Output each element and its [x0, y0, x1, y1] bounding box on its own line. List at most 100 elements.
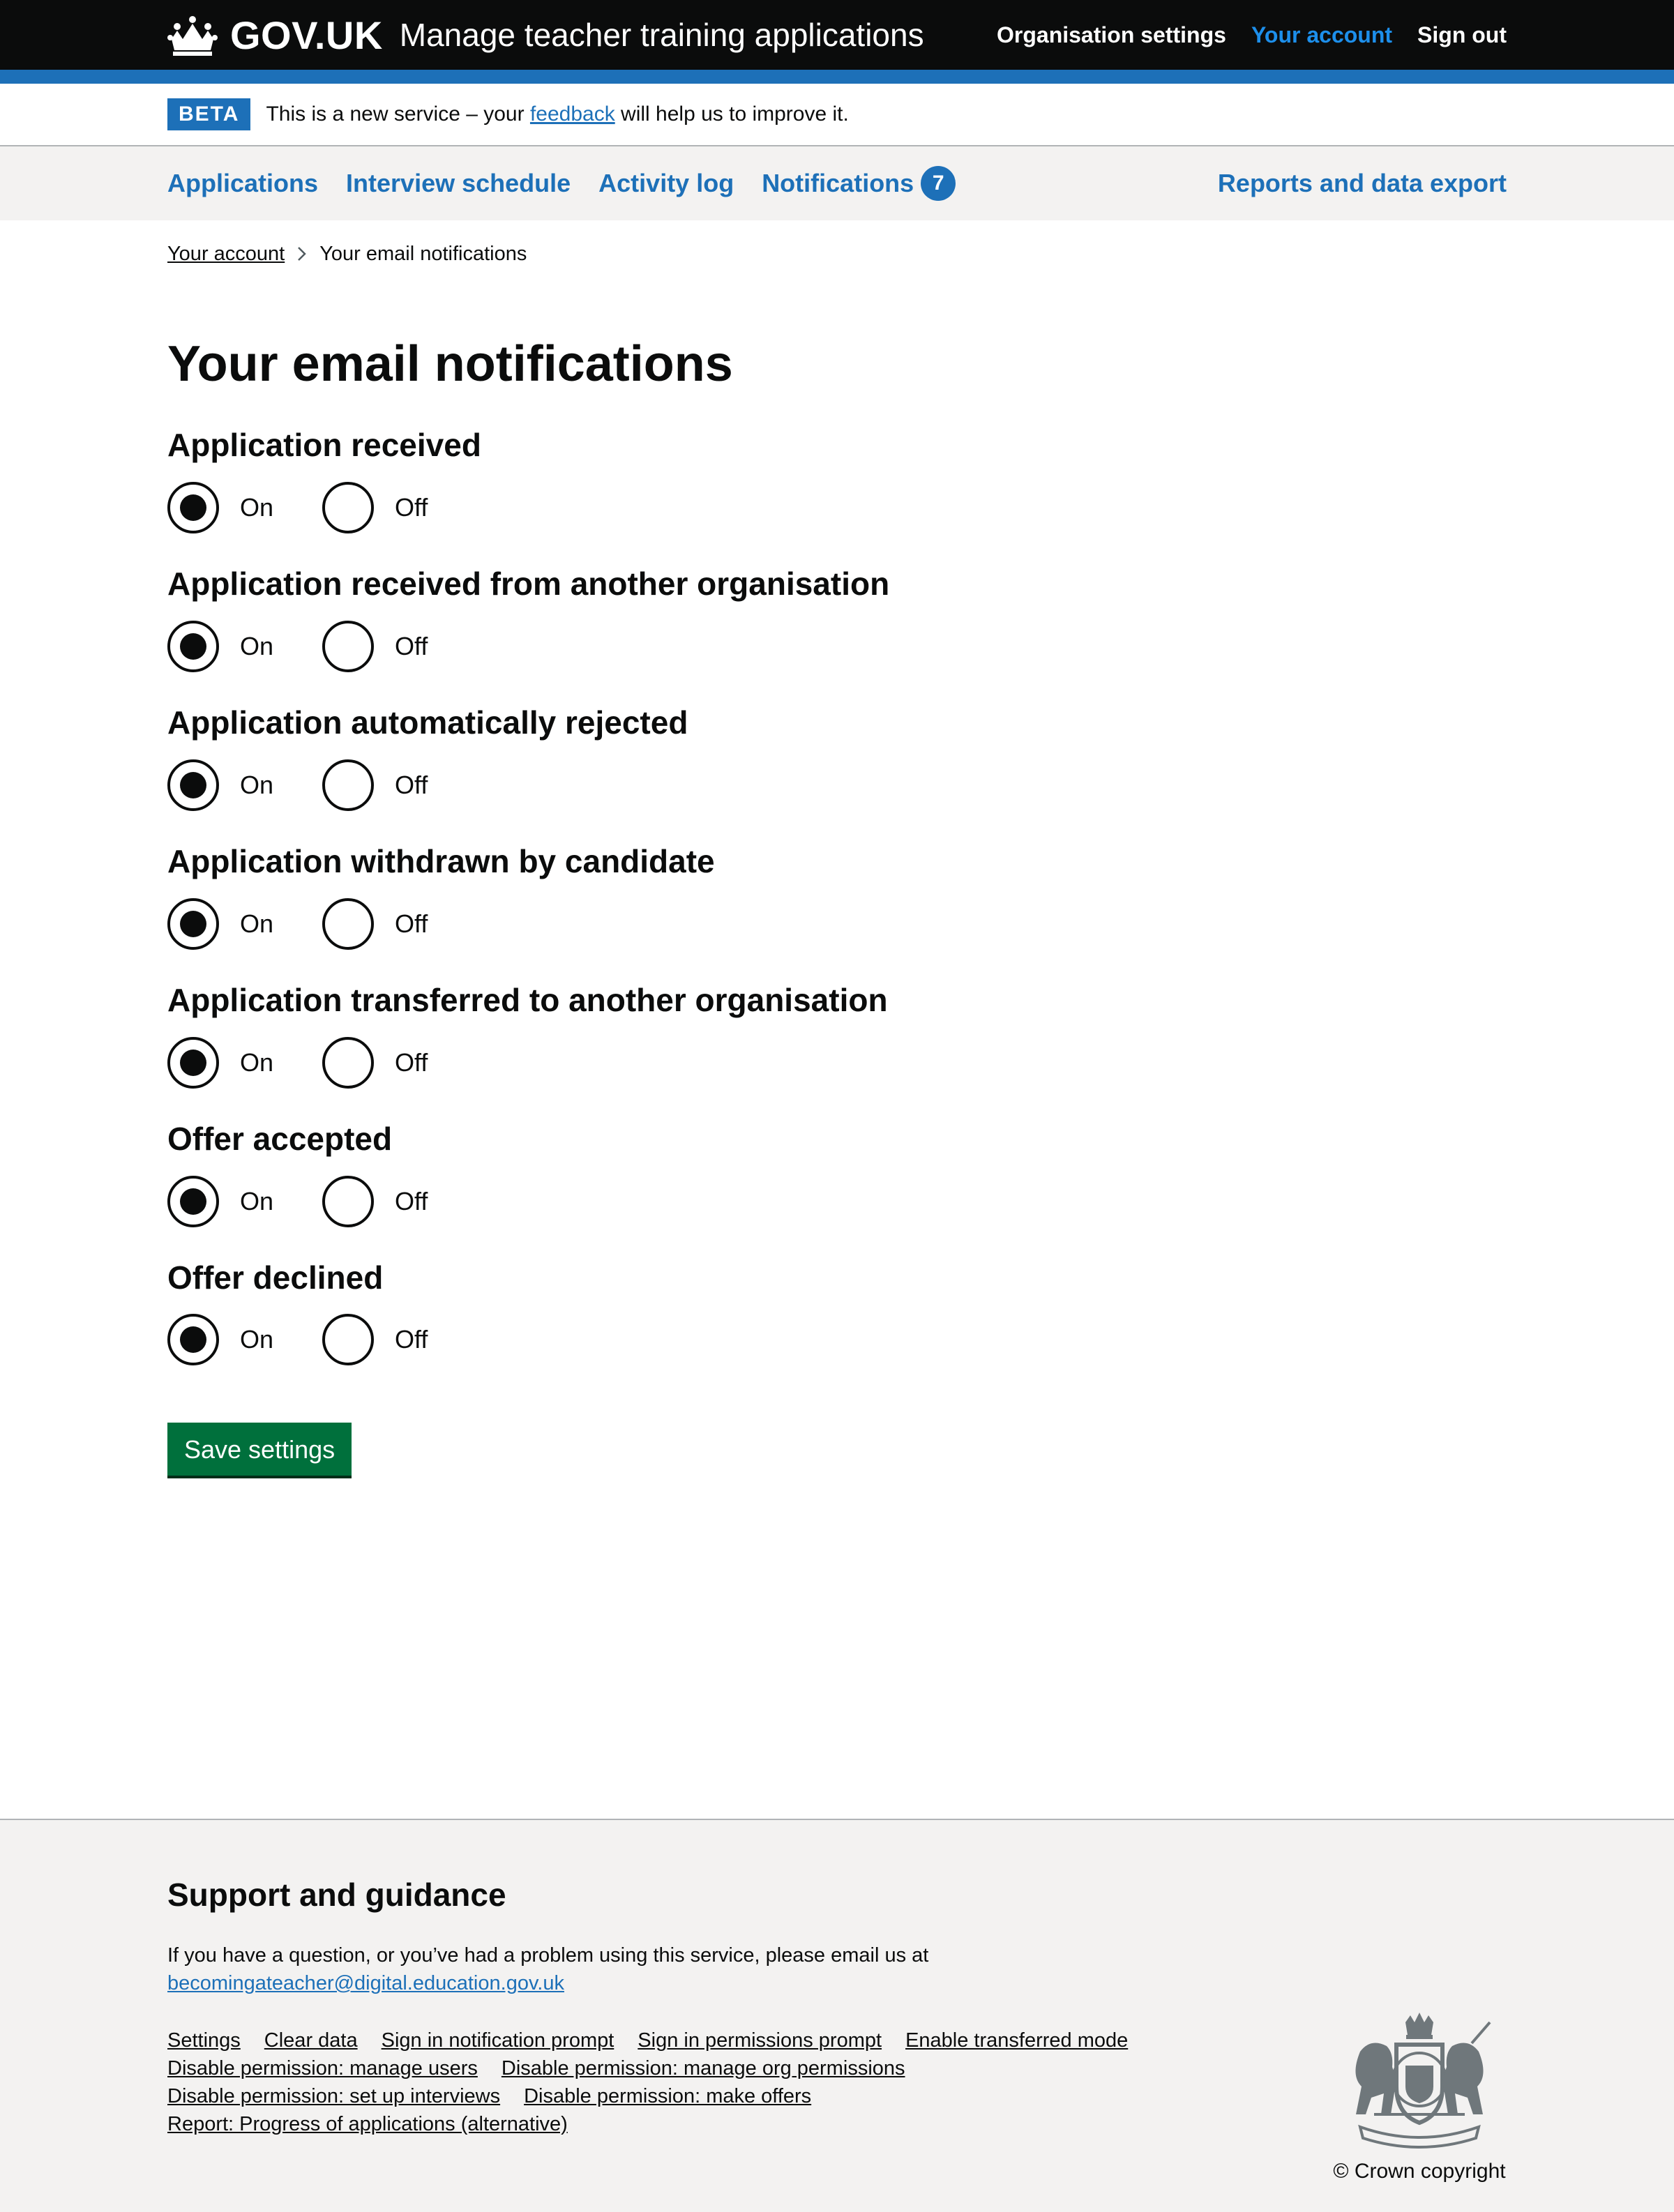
- footer-link-disable-make-offers[interactable]: Disable permission: make offers: [524, 2082, 811, 2110]
- radio-on[interactable]: On: [167, 1036, 273, 1089]
- notifications-count-badge: 7: [921, 166, 956, 201]
- radio-on[interactable]: On: [167, 482, 273, 534]
- radio-button-on[interactable]: [167, 482, 219, 534]
- radio-group: On Off: [167, 1314, 1507, 1366]
- breadcrumb-your-account[interactable]: Your account: [167, 243, 285, 266]
- notification-group: Application received from another organi…: [167, 566, 1507, 672]
- radio-on[interactable]: On: [167, 620, 273, 672]
- radio-group: On Off: [167, 1175, 1507, 1227]
- radio-off[interactable]: Off: [322, 620, 428, 672]
- nav-reports-and-data-export[interactable]: Reports and data export: [1218, 169, 1507, 198]
- radio-on[interactable]: On: [167, 897, 273, 950]
- radio-selected-dot: [180, 1326, 206, 1354]
- radio-button-off[interactable]: [322, 482, 375, 534]
- beta-banner-text: This is a new service – your feedback wi…: [266, 103, 848, 126]
- radio-off[interactable]: Off: [322, 759, 428, 811]
- notification-group-title: Offer accepted: [167, 1120, 393, 1157]
- organisation-settings-link[interactable]: Organisation settings: [997, 22, 1226, 48]
- footer-link-sign-in-permissions-prompt[interactable]: Sign in permissions prompt: [638, 2027, 882, 2054]
- nav-activity-log[interactable]: Activity log: [598, 169, 734, 198]
- footer-link-enable-transferred-mode[interactable]: Enable transferred mode: [905, 2027, 1128, 2054]
- radio-label-on[interactable]: On: [240, 909, 273, 939]
- radio-label-on[interactable]: On: [240, 771, 273, 800]
- footer-link-disable-manage-org-permissions[interactable]: Disable permission: manage org permissio…: [502, 2054, 905, 2082]
- page-title: Your email notifications: [167, 336, 733, 392]
- sign-out-link[interactable]: Sign out: [1417, 22, 1507, 48]
- radio-button-off[interactable]: [322, 759, 375, 811]
- nav-interview-schedule[interactable]: Interview schedule: [346, 169, 571, 198]
- radio-off[interactable]: Off: [322, 1175, 428, 1227]
- notification-group-title: Application automatically rejected: [167, 704, 688, 741]
- radio-button-off[interactable]: [322, 620, 375, 672]
- nav-applications[interactable]: Applications: [167, 169, 318, 198]
- service-name[interactable]: Manage teacher training applications: [400, 16, 924, 54]
- radio-selected-dot: [180, 1049, 206, 1076]
- radio-off[interactable]: Off: [322, 897, 428, 950]
- radio-label-off[interactable]: Off: [395, 771, 428, 800]
- radio-button-on[interactable]: [167, 1175, 219, 1227]
- save-settings-button[interactable]: Save settings: [167, 1423, 352, 1476]
- feedback-link[interactable]: feedback: [530, 103, 615, 126]
- footer-links: Settings Clear data Sign in notification p…: [167, 2027, 1256, 2138]
- main-content: Your account Your email notifications Yo…: [167, 220, 1507, 1476]
- radio-button-on[interactable]: [167, 759, 219, 811]
- radio-button-off[interactable]: [322, 897, 375, 950]
- radio-button-on[interactable]: [167, 620, 219, 672]
- radio-button-on[interactable]: [167, 1036, 219, 1089]
- notification-group: Offer accepted On Off: [167, 1121, 1507, 1227]
- radio-group: On Off: [167, 759, 1507, 811]
- header-navigation: Organisation settings Your account Sign …: [997, 22, 1507, 48]
- radio-button-off[interactable]: [322, 1036, 375, 1089]
- nav-notifications[interactable]: Notifications 7: [762, 166, 956, 201]
- radio-on[interactable]: On: [167, 759, 273, 811]
- radio-label-on[interactable]: On: [240, 1325, 273, 1354]
- footer-link-report-progress[interactable]: Report: Progress of applications (altern…: [167, 2110, 568, 2138]
- support-email-link[interactable]: becomingateacher@digital.education.gov.u…: [167, 1972, 564, 1994]
- nav-notifications-label: Notifications: [762, 169, 914, 197]
- beta-text-before: This is a new service – your: [266, 103, 530, 126]
- radio-button-on[interactable]: [167, 897, 219, 950]
- radio-button-on[interactable]: [167, 1314, 219, 1366]
- radio-label-off[interactable]: Off: [395, 1048, 428, 1077]
- radio-selected-dot: [180, 494, 206, 522]
- phase-banner: BETA This is a new service – your feedba…: [0, 84, 1674, 146]
- radio-button-off[interactable]: [322, 1314, 375, 1366]
- beta-tag: BETA: [167, 98, 251, 130]
- footer-link-sign-in-notification-prompt[interactable]: Sign in notification prompt: [382, 2027, 614, 2054]
- radio-button-off[interactable]: [322, 1175, 375, 1227]
- radio-label-off[interactable]: Off: [395, 1187, 428, 1216]
- beta-text-after: will help us to improve it.: [614, 103, 849, 126]
- notification-group-title: Application received: [167, 427, 481, 464]
- radio-on[interactable]: On: [167, 1314, 273, 1366]
- radio-label-on[interactable]: On: [240, 493, 273, 522]
- radio-label-on[interactable]: On: [240, 1187, 273, 1216]
- radio-group: On Off: [167, 620, 1507, 672]
- radio-on[interactable]: On: [167, 1175, 273, 1227]
- radio-selected-dot: [180, 771, 206, 798]
- radio-label-on[interactable]: On: [240, 632, 273, 661]
- govuk-logo-text[interactable]: GOV.UK: [230, 13, 383, 58]
- your-account-link[interactable]: Your account: [1251, 22, 1392, 48]
- radio-off[interactable]: Off: [322, 1314, 428, 1366]
- footer-link-settings[interactable]: Settings: [167, 2027, 241, 2054]
- radio-label-on[interactable]: On: [240, 1048, 273, 1077]
- radio-label-off[interactable]: Off: [395, 909, 428, 939]
- radio-label-off[interactable]: Off: [395, 1325, 428, 1354]
- footer-link-disable-set-up-interviews[interactable]: Disable permission: set up interviews: [167, 2082, 500, 2110]
- crown-icon[interactable]: [167, 14, 218, 56]
- radio-off[interactable]: Off: [322, 1036, 428, 1089]
- crown-copyright[interactable]: © Crown copyright: [1332, 2160, 1507, 2183]
- notification-group-title: Offer declined: [167, 1259, 384, 1296]
- site-header: GOV.UK Manage teacher training applicati…: [0, 0, 1674, 70]
- notifications-form: Application received On Off Application rec…: [167, 427, 1507, 1476]
- footer-link-clear-data[interactable]: Clear data: [264, 2027, 358, 2054]
- breadcrumb: Your account Your email notifications: [167, 220, 1507, 267]
- notification-group: Offer declined On Off: [167, 1259, 1507, 1366]
- radio-label-off[interactable]: Off: [395, 493, 428, 522]
- radio-label-off[interactable]: Off: [395, 632, 428, 661]
- notification-group-title: Application transferred to another organ…: [167, 981, 888, 1018]
- radio-group: On Off: [167, 1036, 1507, 1089]
- radio-off[interactable]: Off: [322, 482, 428, 534]
- radio-selected-dot: [180, 1188, 206, 1215]
- footer-link-disable-manage-users[interactable]: Disable permission: manage users: [167, 2054, 478, 2082]
